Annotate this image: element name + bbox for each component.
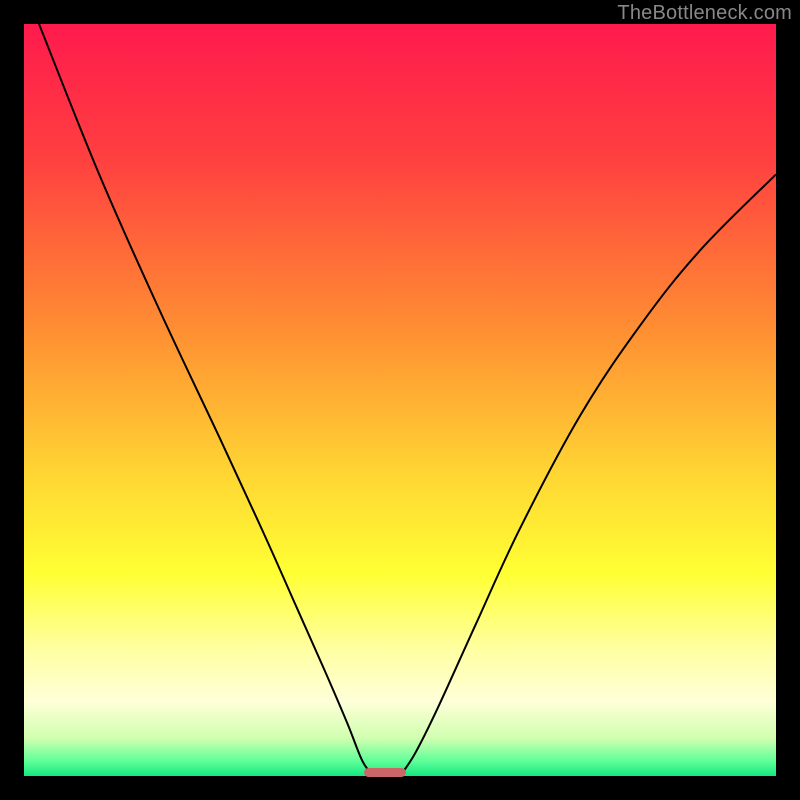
curve-left	[39, 24, 374, 776]
bottleneck-marker	[364, 768, 405, 777]
watermark-text: TheBottleneck.com	[617, 2, 792, 25]
chart-frame: TheBottleneck.com	[0, 0, 800, 800]
plot-area	[24, 24, 776, 776]
curve-right	[400, 174, 776, 776]
curve-layer	[24, 24, 776, 776]
